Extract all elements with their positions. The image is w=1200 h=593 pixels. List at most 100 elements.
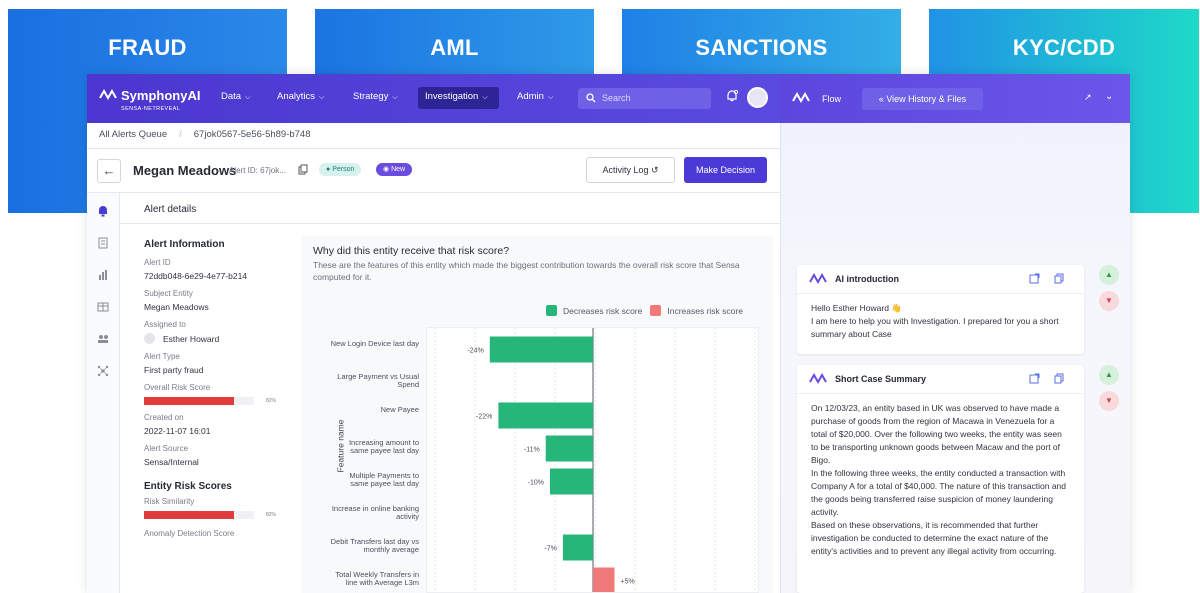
user-avatar[interactable] [747, 87, 768, 108]
thumbs-up-icon[interactable]: ▲ [1099, 365, 1119, 385]
chevron-down-icon: ⌵ [245, 94, 251, 101]
bar-value-label: -10% [528, 480, 544, 487]
bell-icon[interactable] [97, 205, 109, 217]
chart-bar[interactable] [498, 402, 593, 429]
info-heading: Alert Information [144, 239, 225, 250]
open-external-icon[interactable] [1029, 273, 1040, 284]
entity-name: Megan Meadows [133, 163, 237, 178]
chevron-down-icon[interactable]: ⌄ [1105, 91, 1113, 102]
source-label: Alert Source [144, 444, 189, 453]
logo[interactable]: SymphonyAI SENSA-NETREVEAL [99, 87, 200, 113]
back-button[interactable]: ← [97, 159, 121, 183]
legend-increase-swatch [650, 305, 662, 316]
main-panel: SymphonyAI SENSA-NETREVEAL Data ⌵ Analyti… [87, 74, 781, 593]
chart-bar[interactable] [550, 468, 593, 495]
nav-analytics[interactable]: Analytics ⌵ [277, 91, 324, 102]
search-input[interactable]: Search [578, 88, 711, 109]
table-icon[interactable] [97, 301, 109, 313]
chart-legend: Decreases risk score Increases risk scor… [546, 305, 751, 316]
bar-chart-icon[interactable] [97, 269, 109, 281]
thumbs-down-icon[interactable]: ▼ [1099, 391, 1119, 411]
side-rail [87, 193, 120, 593]
chart-card-subtitle: These are the features of this entity wh… [313, 260, 740, 282]
message-header: AI introduction [797, 265, 1084, 294]
search-icon [586, 93, 596, 103]
copy-icon[interactable] [1054, 373, 1065, 384]
bar-value-label: +5% [621, 579, 635, 586]
flow-logo-icon [809, 273, 827, 285]
flow-logo-icon [809, 373, 827, 385]
thumbs-up-icon[interactable]: ▲ [1099, 265, 1119, 285]
logo-sub: SENSA-NETREVEAL [121, 106, 181, 112]
activity-log-button[interactable]: Activity Log ↺ [586, 157, 675, 183]
similarity-track [144, 511, 254, 519]
copy-icon[interactable] [298, 164, 308, 175]
chart-bar[interactable] [593, 567, 615, 593]
subject-label: Subject Entity [144, 289, 193, 298]
risk-score-label: Overall Risk Score [144, 383, 211, 392]
flow-logo-icon [792, 92, 810, 104]
assignee-name: Esther Howard [163, 333, 220, 344]
tag-new-label: New [391, 166, 406, 173]
person-icon: ● [326, 166, 331, 173]
chart-bar[interactable] [545, 435, 593, 462]
bar-value-label: -24% [467, 348, 483, 355]
alert-id-short: Alert ID: 67jok... [229, 166, 286, 175]
search-placeholder: Search [602, 93, 631, 103]
section-title: Alert details [144, 204, 197, 215]
breadcrumb-root[interactable]: All Alerts Queue [99, 129, 167, 140]
divider [87, 148, 781, 149]
tag-person-label: Person [332, 166, 355, 173]
view-history-button[interactable]: « View History & Files [862, 88, 983, 110]
risk-score-bar: 82% [144, 397, 284, 405]
nav-admin[interactable]: Admin ⌵ [517, 91, 553, 102]
legend-decrease: Decreases risk score [546, 305, 642, 316]
open-external-icon[interactable] [1029, 373, 1040, 384]
thumbs-down-icon[interactable]: ▼ [1099, 291, 1119, 311]
chart-bar[interactable] [562, 534, 593, 561]
feature-label: Increase in online banking activity [331, 503, 419, 521]
bar-value-label: -22% [476, 414, 492, 421]
logo-name: SymphonyAI [121, 88, 201, 103]
risk-score-fill [144, 397, 235, 405]
nav-analytics-label: Analytics [277, 91, 316, 102]
message-case-summary: Short Case Summary On 12/03/23, an entit… [797, 365, 1084, 593]
entity-scores-heading: Entity Risk Scores [144, 481, 232, 492]
nav-strategy[interactable]: Strategy ⌵ [353, 91, 398, 102]
legend-decrease-label: Decreases risk score [563, 305, 643, 316]
notification-bell-icon[interactable] [725, 89, 739, 103]
legend-decrease-swatch [546, 305, 557, 316]
feature-label: Large Payment vs Usual Spend [337, 371, 419, 389]
assignee[interactable]: Esther Howard [144, 333, 284, 344]
similarity-bar: 82% [144, 511, 284, 519]
similarity-pct: 82% [266, 512, 277, 518]
flow-panel: Flow « View History & Files ↗ ⌄ AI intro… [781, 74, 1130, 593]
document-icon[interactable] [97, 237, 109, 249]
users-icon[interactable] [97, 333, 109, 345]
nav-data[interactable]: Data ⌵ [221, 91, 250, 102]
created-label: Created on [144, 413, 184, 422]
copy-icon[interactable] [1054, 273, 1065, 284]
message-ai-intro: AI introduction Hello Esther Howard 👋 I … [797, 265, 1084, 354]
make-decision-button[interactable]: Make Decision [684, 157, 767, 183]
alert-id-label: Alert ID [144, 258, 171, 267]
expand-icon[interactable]: ↗ [1084, 92, 1092, 103]
legend-increase-label: Increases risk score [667, 305, 743, 316]
source-value: Sensa/Internal [144, 457, 199, 467]
chevron-down-icon: ⌵ [319, 94, 325, 101]
nav-investigation[interactable]: Investigation ⌵ [425, 91, 488, 102]
breadcrumb-separator: / [179, 129, 182, 140]
chart-bar[interactable] [489, 336, 593, 363]
chart-card-title: Why did this entity receive that risk sc… [313, 245, 510, 257]
assigned-label: Assigned to [144, 320, 186, 329]
feature-label: New Login Device last day [330, 338, 419, 348]
history-icon: ↺ [651, 165, 659, 175]
legend-increase: Increases risk score [650, 305, 743, 316]
nav-strategy-label: Strategy [353, 91, 389, 102]
network-icon[interactable] [97, 365, 109, 377]
chevron-down-icon: ⌵ [482, 94, 488, 101]
divider [120, 223, 781, 224]
feature-label: Debit Transfers last day vs monthly aver… [330, 536, 419, 554]
assignee-avatar [144, 333, 155, 344]
message-title: AI introduction [835, 274, 899, 284]
